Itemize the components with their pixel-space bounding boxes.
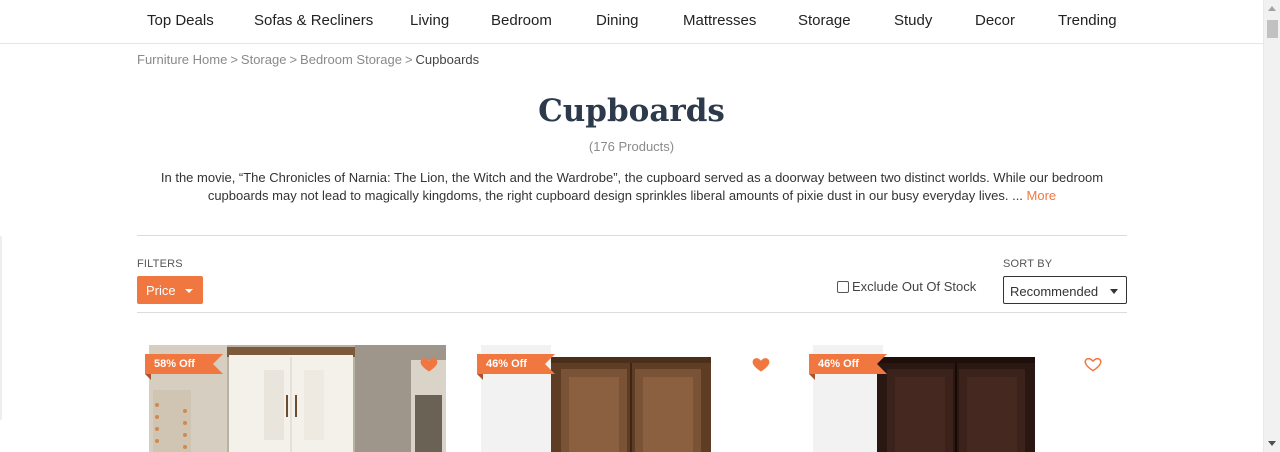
- chevron-down-icon: [185, 289, 193, 293]
- ribbon-fold: [145, 374, 151, 380]
- sort-by-label: SORT BY: [1003, 258, 1053, 270]
- nav-item-living[interactable]: Living: [410, 12, 449, 29]
- page-title: Cupboards: [538, 93, 725, 129]
- ribbon-fold: [809, 374, 815, 380]
- heart-filled-icon[interactable]: [419, 354, 439, 374]
- breadcrumb-bedroom-storage[interactable]: Bedroom Storage: [300, 52, 402, 67]
- discount-label: 58% Off: [154, 358, 195, 370]
- sort-select[interactable]: Recommended: [1003, 276, 1127, 304]
- scroll-down-arrow-icon[interactable]: [1268, 441, 1276, 446]
- discount-badge: 46% Off: [809, 354, 887, 380]
- page-scrollbar[interactable]: [1263, 0, 1280, 452]
- price-filter-button[interactable]: Price: [137, 276, 203, 304]
- discount-badge: 46% Off: [477, 354, 555, 380]
- nav-item-storage[interactable]: Storage: [798, 12, 851, 29]
- description-text: In the movie, “The Chronicles of Narnia:…: [160, 170, 1104, 203]
- breadcrumb-storage[interactable]: Storage: [241, 52, 287, 67]
- side-panel-edge: [0, 236, 2, 420]
- category-description: In the movie, “The Chronicles of Narnia:…: [137, 169, 1127, 205]
- breadcrumb-separator: >: [404, 52, 413, 67]
- filters-label: FILTERS: [137, 258, 183, 270]
- breadcrumb-separator: >: [289, 52, 298, 67]
- breadcrumb-furniture-home[interactable]: Furniture Home: [137, 52, 227, 67]
- exclude-out-of-stock[interactable]: Exclude Out Of Stock: [837, 279, 976, 294]
- nav-item-top-deals[interactable]: Top Deals: [147, 12, 214, 29]
- divider: [137, 235, 1127, 236]
- product-count: (176 Products): [588, 139, 675, 154]
- exclude-out-of-stock-label: Exclude Out Of Stock: [852, 279, 977, 294]
- heart-filled-icon[interactable]: [751, 354, 771, 374]
- more-link[interactable]: More: [1027, 188, 1057, 203]
- nav-item-bedroom[interactable]: Bedroom: [491, 12, 552, 29]
- breadcrumb: Furniture Home > Storage > Bedroom Storage > C…: [137, 52, 479, 67]
- nav-item-dining[interactable]: Dining: [596, 12, 639, 29]
- breadcrumb-current: Cupboards: [415, 52, 480, 67]
- divider: [137, 312, 1127, 313]
- sort-selected-value: Recommended: [1010, 284, 1099, 299]
- scroll-up-arrow-icon[interactable]: [1268, 6, 1276, 11]
- discount-badge: 58% Off: [145, 354, 223, 380]
- nav-item-mattresses[interactable]: Mattresses: [683, 12, 756, 29]
- exclude-out-of-stock-checkbox[interactable]: [837, 280, 849, 293]
- breadcrumb-separator: >: [230, 52, 238, 67]
- discount-label: 46% Off: [818, 358, 859, 370]
- top-navigation: Top Deals Sofas & Recliners Living Bedro…: [0, 0, 1263, 44]
- nav-item-sofas-recliners[interactable]: Sofas & Recliners: [254, 12, 373, 29]
- nav-item-decor[interactable]: Decor: [975, 12, 1015, 29]
- nav-item-study[interactable]: Study: [894, 12, 932, 29]
- nav-item-trending[interactable]: Trending: [1058, 12, 1117, 29]
- discount-label: 46% Off: [486, 358, 527, 370]
- scrollbar-thumb[interactable]: [1267, 20, 1278, 38]
- ribbon-fold: [477, 374, 483, 380]
- chevron-down-icon: [1110, 289, 1118, 294]
- heart-outline-icon[interactable]: [1083, 354, 1103, 374]
- price-filter-label: Price: [146, 283, 176, 298]
